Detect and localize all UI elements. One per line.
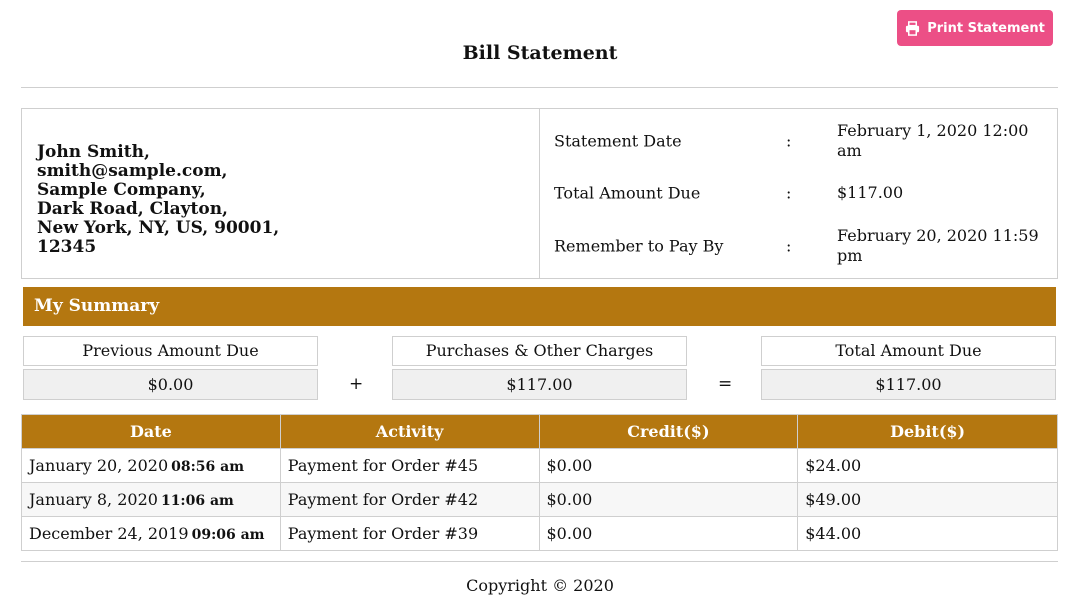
- statement-date-row: Statement Date : February 1, 2020 12:00 …: [540, 121, 1057, 161]
- activity-cell: Payment for Order #39: [279, 516, 540, 551]
- column-header-activity: Activity: [279, 414, 540, 449]
- copyright-text: Copyright © 2020: [466, 576, 614, 595]
- separator-colon: :: [786, 236, 792, 256]
- plus-operator: +: [349, 374, 364, 394]
- customer-address: John Smith, smith@sample.com, Sample Com…: [22, 109, 540, 278]
- date-cell: January 20, 2020 08:56 am: [21, 448, 281, 483]
- address-line: John Smith,: [37, 141, 150, 162]
- date-text: January 8, 2020: [29, 490, 158, 509]
- equals-operator: =: [718, 374, 733, 394]
- address-line: 12345: [37, 236, 97, 257]
- total-due-label: Total Amount Due: [554, 183, 701, 203]
- total-amount-box: Total Amount Due $117.00: [761, 336, 1056, 400]
- total-amount-value: $117.00: [761, 369, 1056, 400]
- separator-colon: :: [786, 183, 792, 203]
- date-cell: January 8, 2020 11:06 am: [21, 482, 281, 517]
- table-row: January 8, 2020 11:06 am Payment for Orde…: [21, 482, 1058, 517]
- purchases-label: Purchases & Other Charges: [392, 336, 687, 366]
- statement-info-box: John Smith, smith@sample.com, Sample Com…: [21, 108, 1058, 279]
- debit-cell: $44.00: [797, 516, 1058, 551]
- purchases-value: $117.00: [392, 369, 687, 400]
- debit-cell: $24.00: [797, 448, 1058, 483]
- time-text: 09:06 am: [191, 527, 265, 543]
- address-line: Dark Road, Clayton,: [37, 198, 228, 219]
- address-line: Sample Company,: [37, 179, 206, 200]
- time-text: 11:06 am: [160, 493, 234, 509]
- time-text: 08:56 am: [171, 459, 245, 475]
- pay-by-value: February 20, 2020 11:59 pm: [837, 226, 1039, 265]
- activity-cell: Payment for Order #45: [279, 448, 540, 483]
- statement-details: Statement Date : February 1, 2020 12:00 …: [540, 109, 1057, 278]
- header-divider: [21, 87, 1058, 88]
- date-text: January 20, 2020: [29, 456, 169, 475]
- activity-table: Date Activity Credit($) Debit($) January…: [21, 414, 1058, 551]
- previous-amount-label: Previous Amount Due: [23, 336, 318, 366]
- footer-divider: [21, 561, 1058, 562]
- total-due-value: $117.00: [837, 183, 904, 202]
- column-header-credit: Credit($): [538, 414, 799, 449]
- statement-date-label: Statement Date: [554, 131, 682, 151]
- column-header-debit: Debit($): [797, 414, 1058, 449]
- table-row: January 20, 2020 08:56 am Payment for Ord…: [21, 448, 1058, 483]
- debit-cell: $49.00: [797, 482, 1058, 517]
- date-cell: December 24, 2019 09:06 am: [21, 516, 281, 551]
- printer-icon: [905, 20, 920, 36]
- credit-cell: $0.00: [538, 448, 799, 483]
- column-header-date: Date: [21, 414, 281, 449]
- table-header-row: Date Activity Credit($) Debit($): [21, 414, 1058, 449]
- total-due-row: Total Amount Due : $117.00: [540, 173, 1057, 213]
- summary-header: My Summary: [23, 287, 1056, 326]
- total-amount-label: Total Amount Due: [761, 336, 1056, 366]
- credit-cell: $0.00: [538, 482, 799, 517]
- activity-cell: Payment for Order #42: [279, 482, 540, 517]
- statement-date-value: February 1, 2020 12:00 am: [837, 121, 1029, 160]
- print-statement-button[interactable]: Print Statement: [897, 10, 1053, 46]
- pay-by-label: Remember to Pay By: [554, 236, 724, 256]
- credit-cell: $0.00: [538, 516, 799, 551]
- address-line: smith@sample.com,: [37, 160, 228, 181]
- table-row: December 24, 2019 09:06 am Payment for Or…: [21, 516, 1058, 551]
- date-text: December 24, 2019: [29, 524, 189, 543]
- previous-amount-value: $0.00: [23, 369, 318, 400]
- address-line: New York, NY, US, 90001,: [37, 217, 280, 238]
- purchases-box: Purchases & Other Charges $117.00: [392, 336, 687, 400]
- page-title: Bill Statement: [462, 42, 618, 64]
- pay-by-row: Remember to Pay By : February 20, 2020 1…: [540, 226, 1057, 266]
- previous-amount-box: Previous Amount Due $0.00: [23, 336, 318, 400]
- print-statement-label: Print Statement: [927, 20, 1045, 36]
- separator-colon: :: [786, 131, 792, 151]
